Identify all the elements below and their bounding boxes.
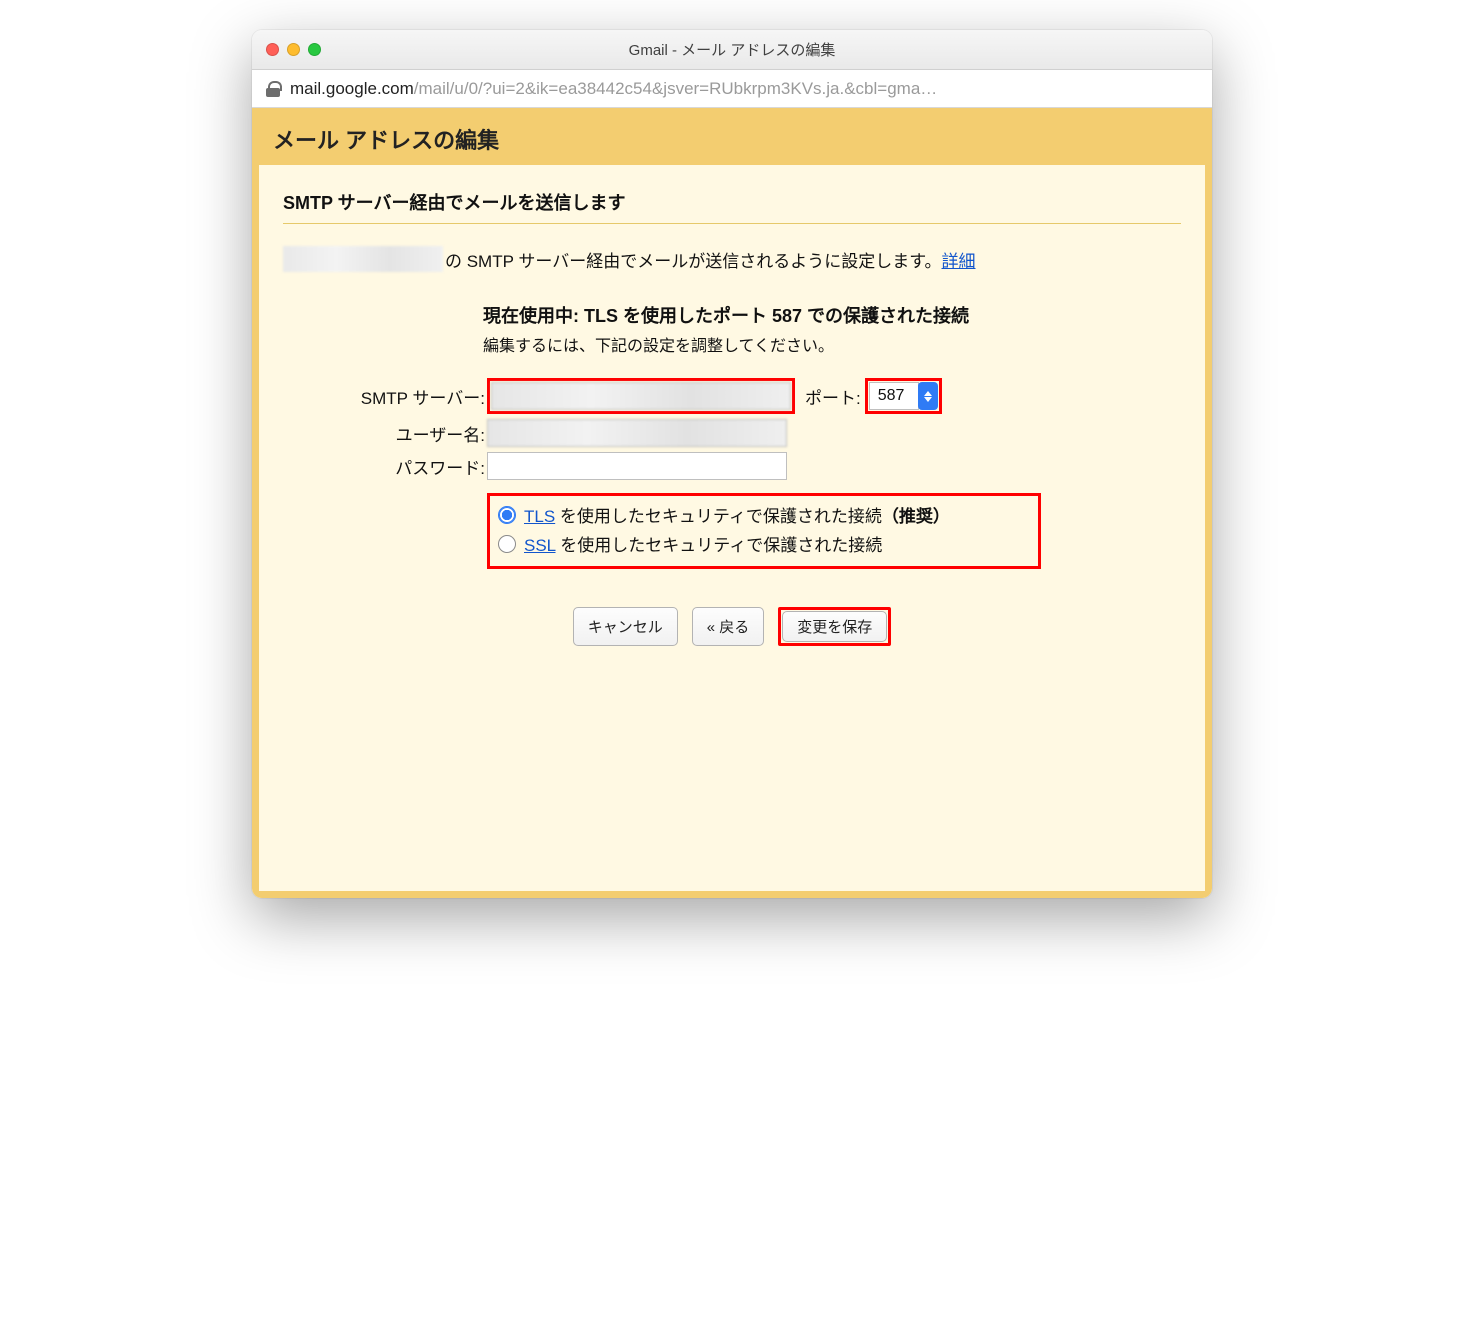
port-value: 587 (869, 382, 919, 410)
close-window-button[interactable] (266, 43, 279, 56)
smtp-server-input[interactable] (491, 382, 791, 410)
ssl-radio[interactable] (498, 535, 516, 553)
cancel-button[interactable]: キャンセル (573, 607, 678, 646)
traffic-lights (252, 43, 321, 56)
password-input[interactable] (487, 452, 787, 480)
url-text: mail.google.com/mail/u/0/?ui=2&ik=ea3844… (290, 79, 1198, 99)
port-label: ポート: (805, 384, 861, 409)
username-input[interactable] (487, 419, 787, 447)
intro-line: の SMTP サーバー経由でメールが送信されるように設定します。 詳細 (283, 246, 1181, 272)
ssl-label: SSL を使用したセキュリティで保護された接続 (524, 531, 882, 556)
tls-radio[interactable] (498, 506, 516, 524)
detail-link[interactable]: 詳細 (942, 247, 976, 272)
intro-text: の SMTP サーバー経由でメールが送信されるように設定します。 (445, 247, 942, 272)
titlebar: Gmail - メール アドレスの編集 (252, 30, 1212, 70)
page-header: メール アドレスの編集 (259, 115, 1205, 165)
username-row: ユーザー名: (283, 419, 1181, 447)
smtp-highlight (487, 378, 795, 414)
address-bar[interactable]: mail.google.com/mail/u/0/?ui=2&ik=ea3844… (252, 70, 1212, 108)
port-highlight: 587 (865, 378, 942, 414)
maximize-window-button[interactable] (308, 43, 321, 56)
ssl-option[interactable]: SSL を使用したセキュリティで保護された接続 (498, 531, 1030, 556)
button-row: キャンセル « 戻る 変更を保存 (283, 607, 1181, 646)
tls-link[interactable]: TLS (524, 507, 555, 526)
back-button[interactable]: « 戻る (692, 607, 765, 646)
current-connection-text: 現在使用中: TLS を使用したポート 587 での保護された接続 (483, 302, 1181, 328)
section-title: SMTP サーバー経由でメールを送信します (283, 189, 1181, 215)
tls-option[interactable]: TLS を使用したセキュリティで保護された接続（推奨） (498, 502, 1030, 527)
window-title: Gmail - メール アドレスの編集 (252, 39, 1212, 60)
redacted-domain (283, 246, 443, 272)
url-host: mail.google.com (290, 79, 414, 98)
minimize-window-button[interactable] (287, 43, 300, 56)
chevron-updown-icon (918, 382, 938, 410)
save-button[interactable]: 変更を保存 (782, 611, 887, 642)
port-select[interactable]: 587 (869, 382, 938, 410)
browser-window: Gmail - メール アドレスの編集 mail.google.com/mail… (252, 30, 1212, 898)
save-highlight: 変更を保存 (778, 607, 891, 646)
ssl-link[interactable]: SSL (524, 536, 556, 555)
page-content: メール アドレスの編集 SMTP サーバー経由でメールを送信します の SMTP… (252, 108, 1212, 898)
tls-label: TLS を使用したセキュリティで保護された接続（推奨） (524, 502, 950, 527)
password-row: パスワード: (283, 452, 1181, 480)
lock-icon (266, 81, 280, 97)
password-label: パスワード: (283, 454, 487, 479)
edit-instruction: 編集するには、下記の設定を調整してください。 (483, 332, 1181, 356)
url-path: /mail/u/0/?ui=2&ik=ea38442c54&jsver=RUbk… (414, 79, 938, 98)
smtp-label: SMTP サーバー: (283, 384, 487, 409)
username-label: ユーザー名: (283, 421, 487, 446)
divider (283, 223, 1181, 224)
main-content: SMTP サーバー経由でメールを送信します の SMTP サーバー経由でメールが… (259, 165, 1205, 670)
smtp-row: SMTP サーバー: ポート: 587 (283, 378, 1181, 414)
security-options-highlight: TLS を使用したセキュリティで保護された接続（推奨） SSL を使用したセキュ… (487, 493, 1041, 569)
